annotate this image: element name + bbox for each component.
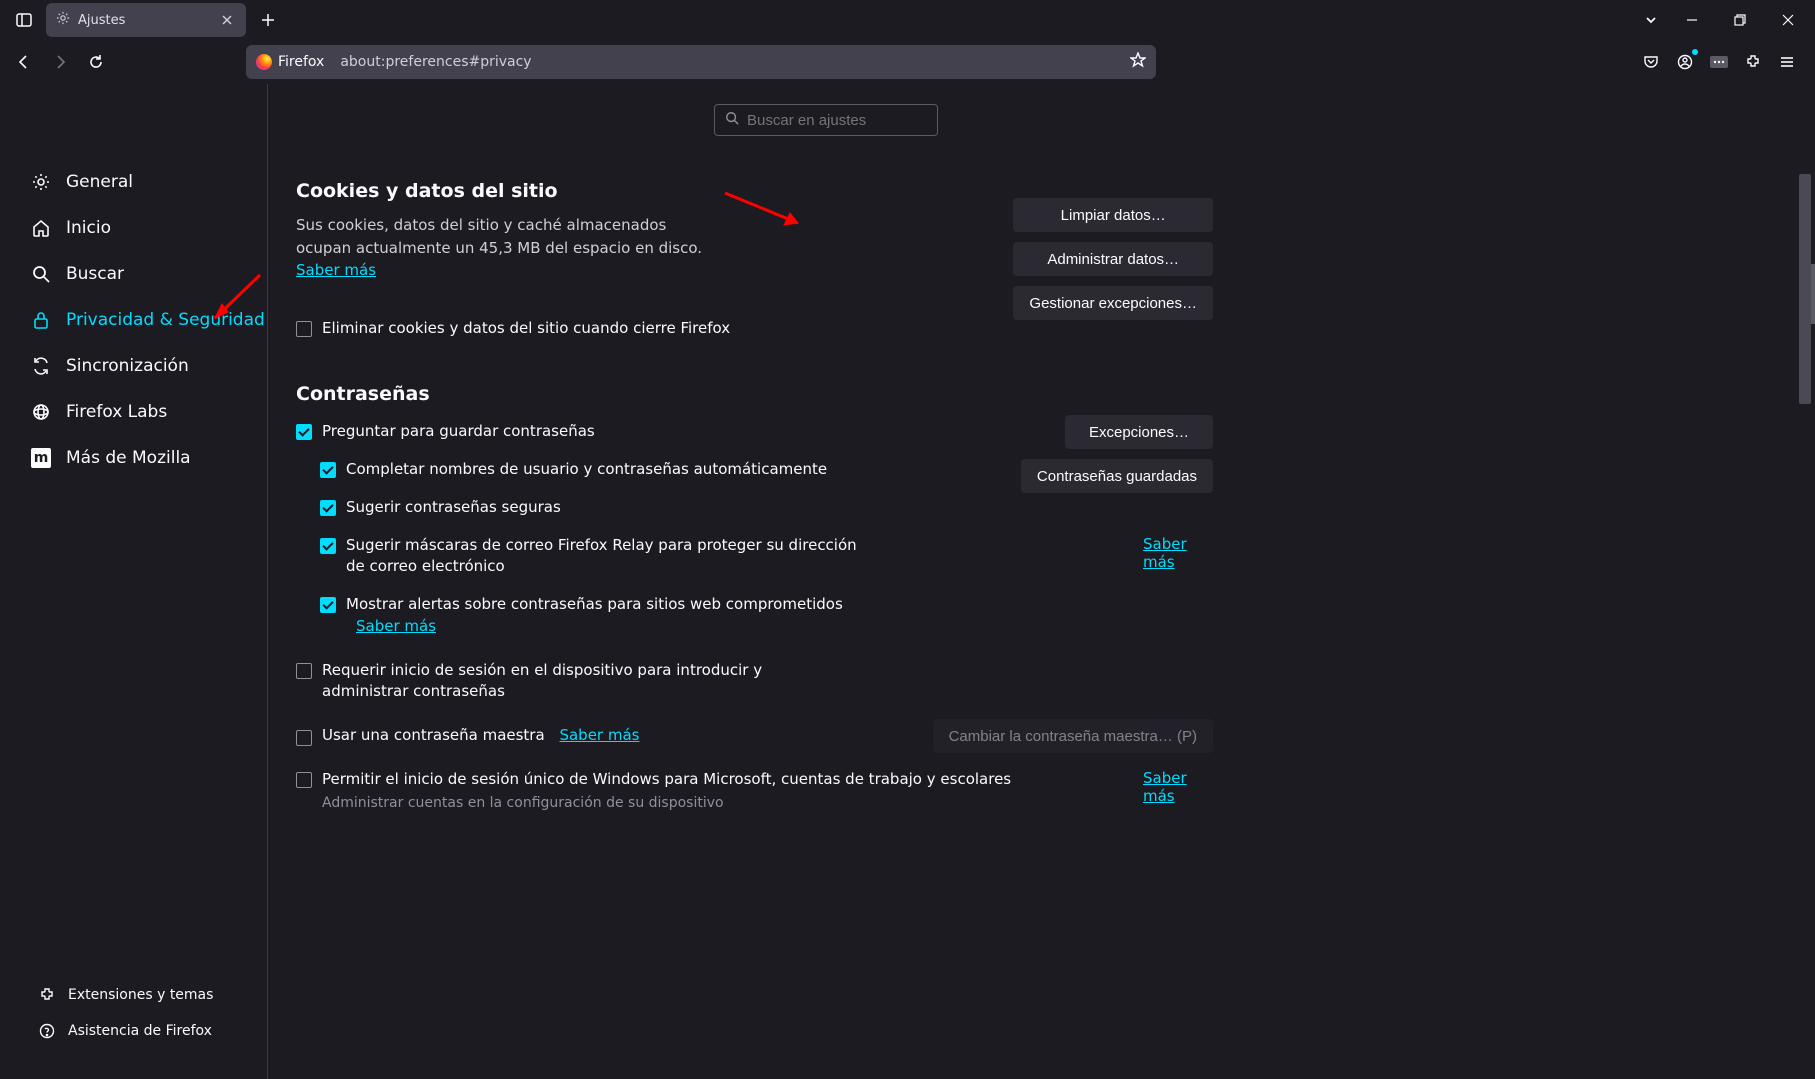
ask-save-passwords-label: Preguntar para guardar contraseñas bbox=[322, 421, 595, 443]
reload-button[interactable] bbox=[80, 46, 112, 78]
sidebar-item-privacy[interactable]: Privacidad & Seguridad bbox=[30, 297, 267, 343]
window-maximize-button[interactable] bbox=[1717, 0, 1763, 40]
settings-search-box[interactable] bbox=[714, 104, 938, 136]
manage-data-button[interactable]: Administrar datos… bbox=[1013, 242, 1213, 276]
scrollbar-track[interactable] bbox=[1799, 84, 1813, 1079]
sidebar-item-mozilla[interactable]: m Más de Mozilla bbox=[30, 435, 267, 481]
breach-alerts-checkbox[interactable] bbox=[320, 597, 336, 613]
urlbar-text[interactable]: about:preferences#privacy bbox=[340, 54, 1122, 70]
window-close-button[interactable] bbox=[1765, 0, 1811, 40]
cookies-learn-more-link[interactable]: Saber más bbox=[296, 261, 376, 279]
sidebar-item-label: Asistencia de Firefox bbox=[68, 1023, 212, 1039]
master-password-checkbox[interactable] bbox=[296, 730, 312, 746]
sidebar-item-search[interactable]: Buscar bbox=[30, 251, 267, 297]
saved-passwords-button[interactable]: Contraseñas guardadas bbox=[1021, 459, 1213, 493]
home-icon bbox=[30, 217, 52, 239]
sidebar-item-label: Buscar bbox=[66, 264, 124, 284]
settings-sidebar: General Inicio Buscar Privacidad & Segur… bbox=[0, 84, 268, 1079]
account-button[interactable] bbox=[1669, 46, 1701, 78]
puzzle-icon bbox=[38, 986, 56, 1004]
sidebar-item-home[interactable]: Inicio bbox=[30, 205, 267, 251]
flask-icon bbox=[30, 401, 52, 423]
passwords-title: Contraseñas bbox=[296, 383, 1213, 405]
clear-data-button[interactable]: Limpiar datos… bbox=[1013, 198, 1213, 232]
forward-button[interactable] bbox=[44, 46, 76, 78]
sync-icon bbox=[30, 355, 52, 377]
settings-icon bbox=[56, 11, 70, 29]
search-icon bbox=[725, 111, 739, 129]
sso-learn-more-link[interactable]: Saber más bbox=[1143, 769, 1193, 805]
mozilla-icon: m bbox=[30, 447, 52, 469]
question-icon bbox=[38, 1022, 56, 1040]
require-login-checkbox[interactable] bbox=[296, 663, 312, 679]
sidebar-item-general[interactable]: General bbox=[30, 159, 267, 205]
delete-on-close-checkbox[interactable] bbox=[296, 321, 312, 337]
cookies-section: Cookies y datos del sitio Sus cookies, d… bbox=[296, 180, 1213, 339]
scrollbar-thumb[interactable] bbox=[1799, 174, 1811, 404]
tab-close-button[interactable] bbox=[218, 11, 236, 29]
search-icon bbox=[30, 263, 52, 285]
sidebar-item-label: Firefox Labs bbox=[66, 402, 167, 422]
new-tab-button[interactable] bbox=[252, 4, 284, 36]
bookmark-star-icon[interactable] bbox=[1130, 52, 1146, 72]
navbar: Firefox about:preferences#privacy bbox=[0, 40, 1815, 84]
sidebar-item-label: Inicio bbox=[66, 218, 111, 238]
relay-checkbox[interactable] bbox=[320, 538, 336, 554]
sidebar-item-support[interactable]: Asistencia de Firefox bbox=[38, 1013, 267, 1049]
relay-label: Sugerir máscaras de correo Firefox Relay… bbox=[346, 535, 866, 579]
autofill-checkbox[interactable] bbox=[320, 462, 336, 478]
settings-search-input[interactable] bbox=[747, 112, 927, 129]
app-menu-button[interactable] bbox=[1771, 46, 1803, 78]
master-learn-more-link[interactable]: Saber más bbox=[559, 726, 639, 744]
sidebar-item-sync[interactable]: Sincronización bbox=[30, 343, 267, 389]
window-minimize-button[interactable] bbox=[1669, 0, 1715, 40]
passwords-section: Contraseñas Preguntar para guardar contr… bbox=[296, 383, 1213, 811]
lock-icon bbox=[30, 309, 52, 331]
sidebar-toggle-button[interactable] bbox=[8, 4, 40, 36]
browser-tab[interactable]: Ajustes bbox=[46, 3, 246, 37]
firefox-logo-icon bbox=[256, 54, 272, 70]
titlebar: Ajustes bbox=[0, 0, 1815, 40]
passwords-exceptions-button[interactable]: Excepciones… bbox=[1065, 415, 1213, 449]
manage-exceptions-button[interactable]: Gestionar excepciones… bbox=[1013, 286, 1213, 320]
ask-save-passwords-checkbox[interactable] bbox=[296, 424, 312, 440]
master-password-label: Usar una contraseña maestra Saber más bbox=[322, 725, 639, 747]
autofill-label: Completar nombres de usuario y contraseñ… bbox=[346, 459, 827, 481]
list-all-tabs-button[interactable] bbox=[1635, 4, 1667, 36]
sidebar-item-labs[interactable]: Firefox Labs bbox=[30, 389, 267, 435]
sidebar-item-label: Privacidad & Seguridad bbox=[66, 310, 265, 330]
extensions-button[interactable] bbox=[1737, 46, 1769, 78]
url-bar[interactable]: Firefox about:preferences#privacy bbox=[246, 45, 1156, 79]
sidebar-item-label: General bbox=[66, 172, 133, 192]
sidebar-item-label: Extensiones y temas bbox=[68, 987, 213, 1003]
tab-title: Ajustes bbox=[78, 13, 210, 28]
suggest-strong-checkbox[interactable] bbox=[320, 500, 336, 516]
sso-sublabel: Administrar cuentas en la configuración … bbox=[322, 795, 1133, 811]
relay-learn-more-link[interactable]: Saber más bbox=[1143, 535, 1193, 571]
notification-dot-icon bbox=[1692, 49, 1698, 55]
require-login-label: Requerir inicio de sesión en el disposit… bbox=[322, 660, 842, 704]
back-button[interactable] bbox=[8, 46, 40, 78]
breach-learn-more-link[interactable]: Saber más bbox=[356, 617, 436, 635]
sso-checkbox[interactable] bbox=[296, 772, 312, 788]
delete-on-close-label: Eliminar cookies y datos del sitio cuand… bbox=[322, 318, 730, 340]
pocket-button[interactable] bbox=[1635, 46, 1667, 78]
urlbar-identity-label: Firefox bbox=[278, 54, 324, 70]
overflow-menu-button[interactable] bbox=[1703, 46, 1735, 78]
sidebar-item-label: Sincronización bbox=[66, 356, 189, 376]
cookies-description: Sus cookies, datos del sitio y caché alm… bbox=[296, 214, 726, 282]
suggest-strong-label: Sugerir contraseñas seguras bbox=[346, 497, 561, 519]
change-master-password-button[interactable]: Cambiar la contraseña maestra… (P) bbox=[933, 719, 1213, 753]
breach-alerts-label: Mostrar alertas sobre contraseñas para s… bbox=[346, 594, 866, 638]
gear-icon bbox=[30, 171, 52, 193]
sidebar-item-label: Más de Mozilla bbox=[66, 448, 191, 468]
sso-label: Permitir el inicio de sesión único de Wi… bbox=[322, 770, 1011, 788]
sidebar-item-extensions[interactable]: Extensiones y temas bbox=[38, 977, 267, 1013]
settings-main: Cookies y datos del sitio Sus cookies, d… bbox=[268, 84, 1815, 1079]
